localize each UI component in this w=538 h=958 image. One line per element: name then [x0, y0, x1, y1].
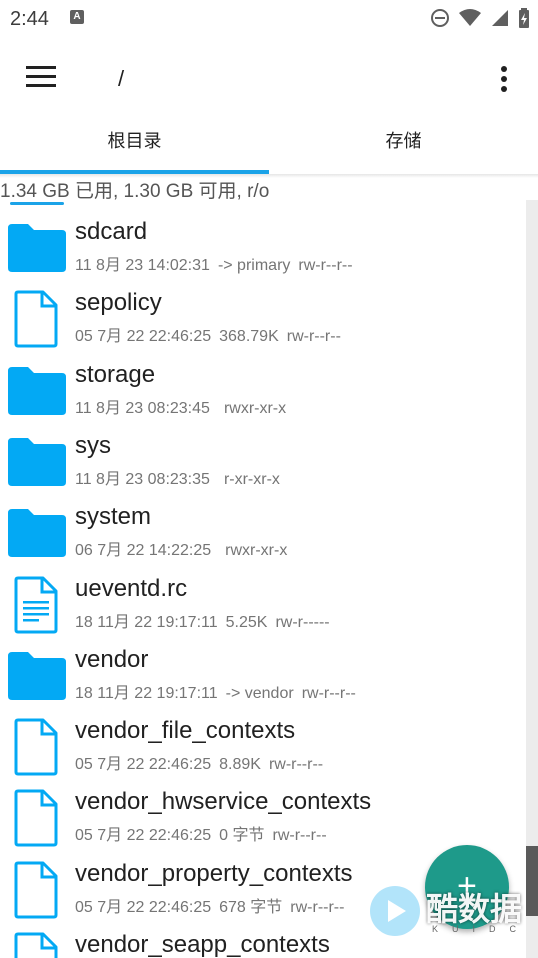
- file-name: vendor_hwservice_contexts: [75, 788, 372, 816]
- tab-storage[interactable]: 存储: [269, 120, 538, 174]
- file-meta: 18 11月 22 19:17:11 -> vendor rw-r--r--: [75, 679, 364, 703]
- file-name: ueventd.rc: [75, 574, 188, 602]
- file-meta: 18 11月 22 19:17:11 5.25K rw-r-----: [75, 608, 338, 632]
- list-item[interactable]: sepolicy 05 7月 22 22:46:25 368.79K rw-r--r-…: [0, 289, 520, 360]
- file-icon: [6, 289, 66, 349]
- file-info: -> primary: [217, 257, 291, 274]
- list-item[interactable]: vendor_hwservice_contexts 05 7月 22 22:46:…: [0, 788, 520, 859]
- file-name: vendor: [75, 645, 149, 673]
- file-name: vendor_property_contexts: [75, 859, 353, 887]
- file-info: -> vendor: [225, 684, 294, 702]
- partial-folder-icon: [10, 202, 64, 205]
- folder-icon: [6, 432, 66, 492]
- watermark-subtext: KUIDC: [432, 924, 531, 934]
- file-permissions: rw-r--r--: [272, 827, 327, 845]
- watermark-logo-icon: [370, 886, 420, 936]
- file-info: 678 字节: [219, 898, 283, 916]
- file-meta: 11 8月 23 14:02:31 -> primary rw-r--r--: [75, 251, 361, 275]
- file-date: 11 8月 23 08:23:45: [75, 399, 210, 417]
- file-name: system: [75, 503, 152, 531]
- list-item[interactable]: vendor 18 11月 22 19:17:11 -> vendor rw-r--r…: [0, 646, 520, 717]
- file-name: sepolicy: [75, 289, 162, 317]
- file-date: 05 7月 22 22:46:25: [75, 756, 212, 774]
- list-item[interactable]: storage 11 8月 23 08:23:45 rwxr-xr-x: [0, 361, 520, 432]
- file-date: 18 11月 22 19:17:11: [75, 613, 218, 631]
- file-meta: 11 8月 23 08:23:35 r-xr-xr-x: [75, 465, 288, 489]
- file-permissions: rw-r-----: [275, 613, 330, 631]
- status-bar: 2:44 A: [0, 0, 538, 36]
- file-meta: 11 8月 23 08:23:45 rwxr-xr-x: [75, 394, 294, 418]
- status-icons: [430, 8, 530, 28]
- file-date: 05 7月 22 22:46:25: [75, 827, 212, 845]
- file-icon: [6, 717, 66, 777]
- file-icon: [6, 931, 66, 958]
- do-not-disturb-icon: [431, 9, 449, 27]
- file-name: sdcard: [75, 218, 148, 245]
- file-info: 5.25K: [225, 613, 268, 631]
- file-permissions: r-xr-xr-x: [223, 470, 280, 488]
- file-date: 11 8月 23 08:23:35: [75, 470, 210, 488]
- file-meta: 05 7月 22 22:46:25 0 字节 rw-r--r--: [75, 821, 335, 845]
- list-item[interactable]: sdcard 11 8月 23 14:02:31 -> primary rw-r--r…: [0, 218, 520, 289]
- file-date: 05 7月 22 22:46:25: [75, 898, 212, 916]
- file-permissions: rw-r--r--: [301, 684, 356, 702]
- file-meta: 05 7月 22 22:46:25 8.89K rw-r--r--: [75, 750, 331, 774]
- file-meta: 06 7月 22 14:22:25 rwxr-xr-x: [75, 536, 295, 560]
- file-permissions: rw-r--r--: [298, 257, 353, 274]
- file-name: storage: [75, 360, 156, 388]
- file-name: sys: [75, 431, 111, 459]
- folder-icon: [6, 646, 66, 706]
- menu-icon[interactable]: [26, 66, 58, 90]
- list-item[interactable]: vendor_file_contexts 05 7月 22 22:46:25 8.8…: [0, 717, 520, 788]
- text-file-icon: [6, 575, 66, 635]
- file-meta: 05 7月 22 22:46:25 678 字节 rw-r--r--: [75, 893, 352, 917]
- status-time: 2:44: [10, 8, 49, 30]
- file-permissions: rw-r--r--: [290, 898, 345, 916]
- file-meta: 05 7月 22 22:46:25 368.79K rw-r--r--: [75, 322, 349, 346]
- scrollbar[interactable]: [526, 200, 538, 958]
- file-icon: [6, 860, 66, 920]
- folder-icon: [6, 218, 66, 278]
- list-item[interactable]: ueventd.rc 18 11月 22 19:17:11 5.25K rw-r---…: [0, 575, 520, 646]
- file-permissions: rw-r--r--: [268, 756, 324, 774]
- tab-root[interactable]: 根目录: [0, 120, 269, 174]
- tab-bar: 根目录 存储: [0, 120, 538, 174]
- file-date: 06 7月 22 14:22:25: [75, 542, 212, 560]
- file-permissions: rwxr-xr-x: [223, 399, 287, 417]
- signal-icon: [492, 10, 508, 26]
- file-info: 8.89K: [219, 756, 261, 774]
- file-date: 18 11月 22 19:17:11: [75, 684, 218, 702]
- path-title: /: [118, 66, 125, 91]
- list-item[interactable]: system 06 7月 22 14:22:25 rwxr-xr-x: [0, 503, 520, 574]
- battery-icon: [519, 8, 529, 28]
- folder-icon: [6, 361, 66, 421]
- file-date: 11 8月 23 14:02:31: [75, 257, 210, 274]
- file-permissions: rwxr-xr-x: [225, 542, 288, 560]
- file-permissions: rw-r--r--: [286, 328, 341, 346]
- more-options-icon[interactable]: [494, 64, 514, 94]
- file-icon: [6, 788, 66, 848]
- file-name: vendor_seapp_contexts: [75, 931, 330, 958]
- list-item[interactable]: sys 11 8月 23 08:23:35 r-xr-xr-x: [0, 432, 520, 503]
- file-name: vendor_file_contexts: [75, 717, 296, 745]
- file-info: 0 字节: [219, 827, 265, 845]
- app-bar: /: [0, 36, 538, 120]
- folder-icon: [6, 503, 66, 563]
- watermark: 酷数据 KUIDC: [370, 880, 530, 940]
- file-list[interactable]: sdcard 11 8月 23 14:02:31 -> primary rw-r--r…: [0, 198, 538, 958]
- wifi-icon: [459, 9, 481, 26]
- file-date: 05 7月 22 22:46:25: [75, 328, 212, 346]
- notification-a-icon: A: [70, 10, 84, 24]
- file-info: 368.79K: [219, 328, 279, 346]
